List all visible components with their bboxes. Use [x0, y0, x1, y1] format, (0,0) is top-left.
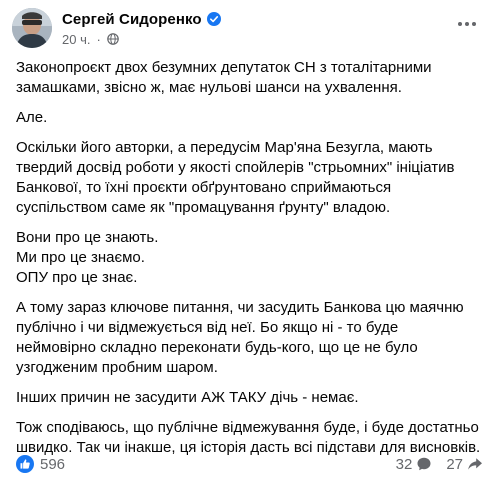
- post-paragraph: Законопроєкт двох безумних депутаток СН …: [16, 59, 432, 96]
- reactions-bar: 596 32 27: [16, 454, 483, 474]
- post-meta: Сергей Сидоренко 20 ч. ·: [62, 6, 221, 47]
- author-name[interactable]: Сергей Сидоренко: [62, 11, 202, 28]
- share-icon: [468, 458, 482, 470]
- more-dot: [465, 22, 469, 26]
- shares-count: 27: [446, 455, 463, 473]
- engagement-stats: 32 27: [382, 456, 483, 473]
- post-paragraph: А тому зараз ключове питання, чи засудит…: [16, 299, 464, 376]
- avatar[interactable]: [12, 8, 52, 48]
- post-timestamp[interactable]: 20 ч.: [62, 32, 90, 47]
- post-card: Сергей Сидоренко 20 ч. · Законопроєкт дв…: [0, 0, 499, 484]
- post-paragraph: Але.: [16, 109, 48, 126]
- more-dot: [458, 22, 462, 26]
- more-dot: [472, 22, 476, 26]
- comment-icon: [417, 457, 431, 471]
- author-row: Сергей Сидоренко: [62, 9, 221, 29]
- separator-dot: ·: [96, 31, 101, 47]
- post-time-row: 20 ч. ·: [62, 31, 221, 47]
- shares-stat[interactable]: 27: [446, 456, 483, 473]
- post-text: Законопроєкт двох безумних депутаток СН …: [16, 58, 486, 468]
- post-header: Сергей Сидоренко 20 ч. ·: [12, 6, 221, 52]
- comments-count: 32: [395, 455, 413, 473]
- like-icon[interactable]: [16, 455, 34, 473]
- more-options-icon[interactable]: [449, 10, 485, 38]
- verified-badge-icon: [206, 12, 221, 26]
- comments-stat[interactable]: 32: [396, 456, 433, 473]
- likes-count[interactable]: 596: [40, 456, 65, 473]
- post-paragraph: Вони про це знають. Ми про це знаємо. ОП…: [16, 229, 159, 286]
- post-paragraph: Оскільки його авторки, а передусім Мар'я…: [16, 139, 455, 216]
- globe-icon[interactable]: [107, 33, 119, 45]
- post-paragraph: Тож сподіваюсь, що публічне відмежування…: [16, 419, 481, 456]
- post-paragraph: Інших причин не засудити АЖ ТАКУ дічь - …: [16, 389, 359, 406]
